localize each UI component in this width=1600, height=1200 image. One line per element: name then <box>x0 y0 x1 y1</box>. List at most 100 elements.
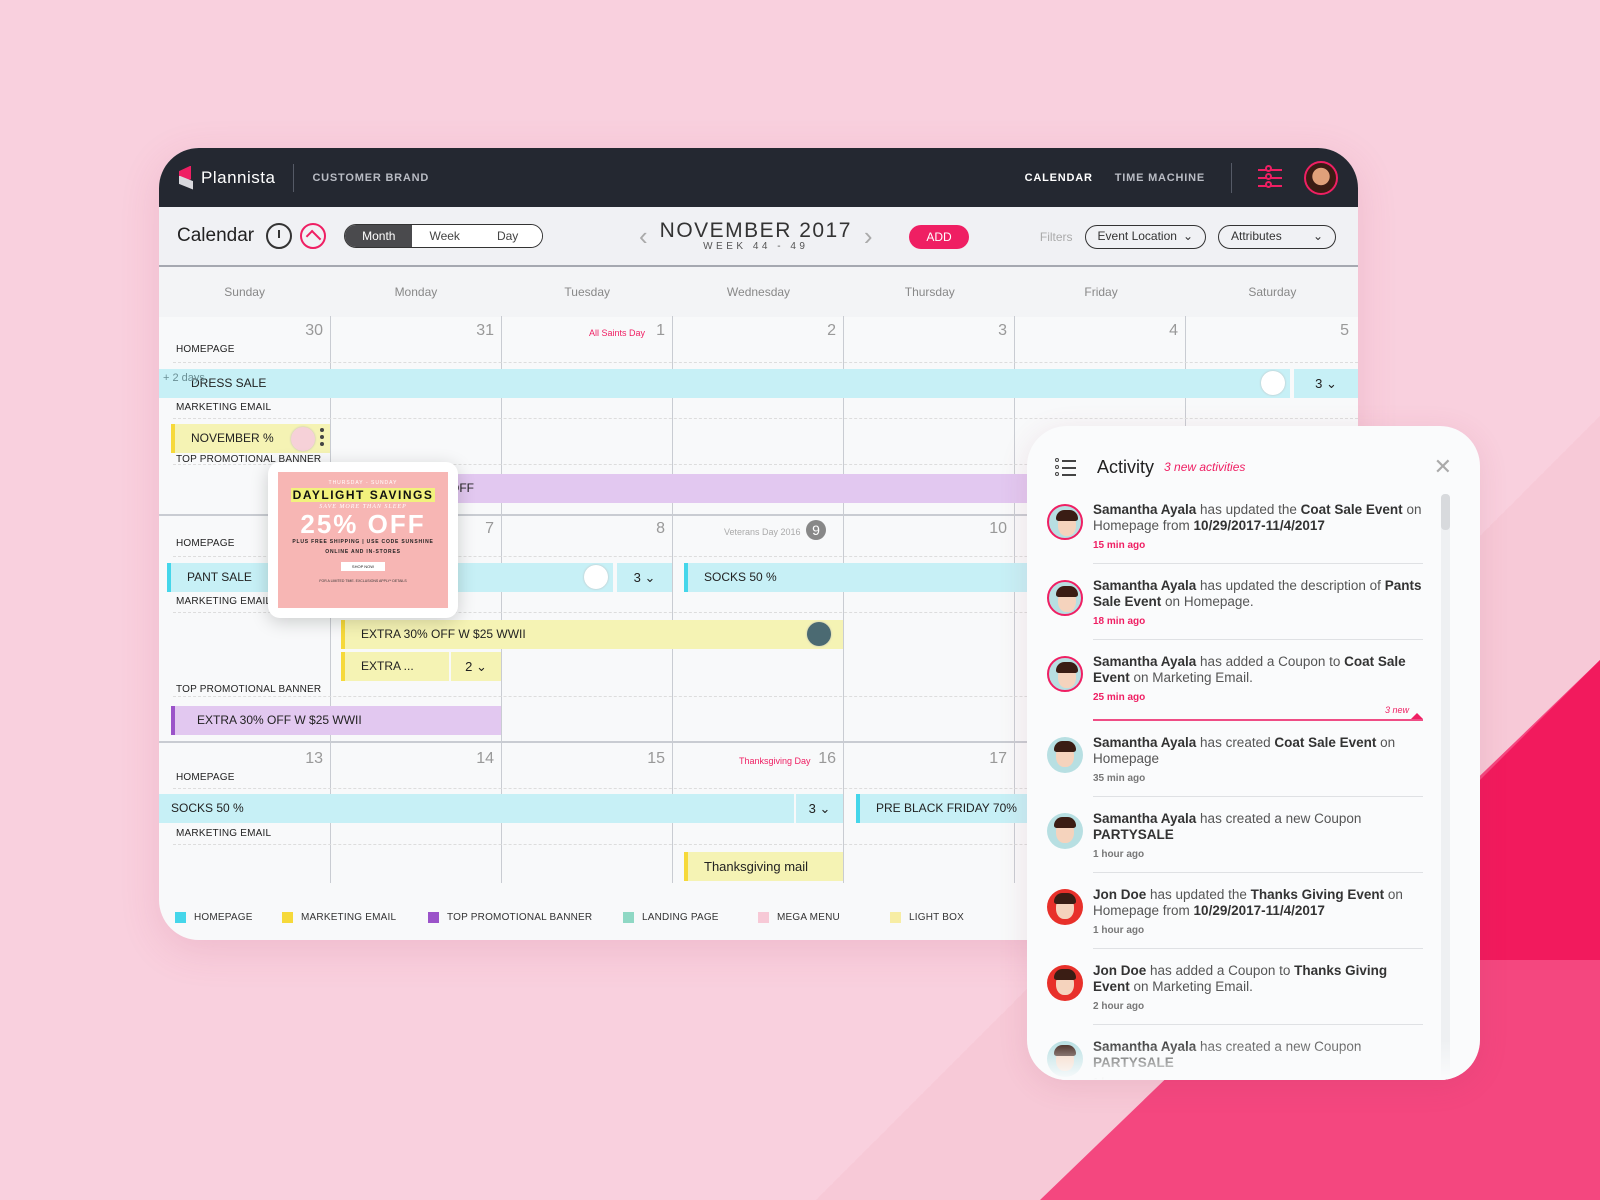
logo[interactable]: Plannista <box>179 165 275 190</box>
user-avatar <box>1047 656 1083 692</box>
more-events-dropdown[interactable]: 2 ⌄ <box>451 652 501 681</box>
view-week[interactable]: Week <box>412 225 477 247</box>
legend-homepage[interactable]: HOMEPAGE <box>175 912 282 923</box>
ad-headline: DAYLIGHT SAVINGS <box>290 488 436 502</box>
activity-item[interactable]: Jon Doe has added a Coupon to Thanks Giv… <box>1047 963 1427 1012</box>
day-number-today[interactable]: 9 <box>806 520 826 540</box>
activity-user[interactable]: Samantha Ayala <box>1093 578 1196 593</box>
nav-time-machine[interactable]: TIME MACHINE <box>1115 172 1205 184</box>
activity-item[interactable]: Samantha Ayala has created Coat Sale Eve… <box>1047 735 1427 784</box>
calendar-toolbar: Calendar Month Week Day ‹ NOVEMBER 2017 … <box>159 207 1358 267</box>
more-events-dropdown[interactable]: 3 ⌄ <box>617 563 672 592</box>
activity-user[interactable]: Jon Doe <box>1093 887 1146 902</box>
weekday-header: Sunday Monday Tuesday Wednesday Thursday… <box>159 267 1358 317</box>
day-number[interactable]: 4 <box>1148 322 1178 340</box>
activity-text: Jon Doe has updated the Thanks Giving Ev… <box>1093 887 1403 918</box>
close-icon[interactable]: ✕ <box>1434 454 1452 480</box>
legend-top-promotional-banner[interactable]: TOP PROMOTIONAL BANNER <box>428 912 623 923</box>
legend-landing-page[interactable]: LANDING PAGE <box>623 912 758 923</box>
activity-item[interactable]: Samantha Ayala has created a new Coupon … <box>1047 811 1427 860</box>
day-number[interactable]: 30 <box>293 322 323 340</box>
activity-timestamp: 18 min ago <box>1093 616 1146 627</box>
activity-text: Samantha Ayala has updated the descripti… <box>1093 578 1422 609</box>
event-title: EXTRA 30% OFF W $25 WWII <box>197 713 362 727</box>
add-button[interactable]: ADD <box>909 225 969 249</box>
activity-item[interactable]: Samantha Ayala has updated the Coat Sale… <box>1047 502 1427 551</box>
image-preview-icon[interactable] <box>300 223 327 249</box>
holiday-label: Thanksgiving Day <box>739 756 811 766</box>
activity-timestamp: 25 min ago <box>1093 692 1146 703</box>
ad-kicker: THURSDAY - SUNDAY <box>328 480 398 486</box>
activity-user[interactable]: Samantha Ayala <box>1093 654 1196 669</box>
day-number[interactable]: 5 <box>1319 322 1349 340</box>
day-number[interactable]: 8 <box>635 520 665 538</box>
activity-object[interactable]: Coat Sale Event <box>1274 735 1376 750</box>
more-options-icon[interactable] <box>320 428 324 449</box>
event-thumbnail-icon[interactable] <box>1261 371 1285 395</box>
view-month[interactable]: Month <box>345 225 413 247</box>
event-extra-30-off-banner[interactable]: EXTRA 30% OFF W $25 WWII <box>171 706 501 735</box>
activity-item[interactable]: Samantha Ayala has updated the descripti… <box>1047 578 1427 627</box>
legend-mega-menu[interactable]: MEGA MENU <box>758 912 890 923</box>
top-nav: CALENDAR TIME MACHINE <box>1025 160 1338 195</box>
day-number[interactable]: 31 <box>464 322 494 340</box>
activity-panel: Activity 3 new activities ✕ Samantha Aya… <box>1027 426 1480 1080</box>
day-number[interactable]: 13 <box>293 750 323 768</box>
activity-user[interactable]: Jon Doe <box>1093 963 1146 978</box>
activity-object[interactable]: Coat Sale Event <box>1301 502 1403 517</box>
customer-brand[interactable]: CUSTOMER BRAND <box>312 172 429 184</box>
activity-date-range: 10/29/2017-11/4/2017 <box>1193 518 1325 533</box>
event-title: PANT SALE <box>187 570 252 584</box>
day-number[interactable]: 3 <box>977 322 1007 340</box>
user-avatar <box>1047 889 1083 925</box>
activity-item[interactable]: Samantha Ayala has added a Coupon to Coa… <box>1047 654 1427 703</box>
more-events-dropdown[interactable]: 3 ⌄ <box>796 794 843 823</box>
more-events-dropdown[interactable]: 3 ⌄ <box>1294 369 1358 398</box>
day-number[interactable]: 14 <box>464 750 494 768</box>
day-number[interactable]: 15 <box>635 750 665 768</box>
event-thumbnail-icon[interactable] <box>291 427 315 451</box>
history-clock-icon[interactable] <box>266 223 293 249</box>
scrollbar[interactable] <box>1441 494 1450 1080</box>
activity-user[interactable]: Samantha Ayala <box>1093 502 1196 517</box>
event-thanksgiving-mail[interactable]: Thanksgiving mail <box>684 852 843 881</box>
event-extra[interactable]: EXTRA ... <box>341 652 449 681</box>
view-day[interactable]: Day <box>476 225 543 247</box>
legend-light-box[interactable]: LIGHT BOX <box>890 912 964 923</box>
activity-date-range: 10/29/2017-11/4/2017 <box>1193 903 1325 918</box>
day-number[interactable]: 10 <box>977 520 1007 538</box>
activity-text: Samantha Ayala has created a new Coupon … <box>1093 811 1362 842</box>
legend-marketing-email[interactable]: MARKETING EMAIL <box>282 912 428 923</box>
event-title: SOCKS 50 % <box>704 570 777 584</box>
activity-user[interactable]: Samantha Ayala <box>1093 811 1196 826</box>
user-avatar <box>1047 580 1083 616</box>
event-extra-30-off[interactable]: EXTRA 30% OFF W $25 WWII <box>341 620 843 649</box>
next-month-chevron-icon[interactable]: › <box>864 223 873 249</box>
activity-object[interactable]: PARTYSALE <box>1093 827 1174 842</box>
ad-where: ONLINE AND IN-STORES <box>325 549 401 555</box>
event-title: EXTRA ... <box>361 659 414 673</box>
event-thumbnail-icon[interactable] <box>584 565 608 589</box>
multi-day-indicator: + 2 days <box>163 372 205 384</box>
day-number[interactable]: 2 <box>806 322 836 340</box>
scrollbar-thumb[interactable] <box>1441 494 1450 530</box>
event-location-value: Event Location <box>1097 229 1177 243</box>
day-number[interactable]: 17 <box>977 750 1007 768</box>
nav-calendar[interactable]: CALENDAR <box>1025 172 1093 184</box>
attributes-dropdown[interactable]: Attributes ⌄ <box>1218 225 1336 249</box>
user-avatar[interactable] <box>1304 160 1338 195</box>
activity-object[interactable]: Thanks Giving Event <box>1251 887 1385 902</box>
prev-month-chevron-icon[interactable]: ‹ <box>639 223 648 249</box>
event-location-dropdown[interactable]: Event Location ⌄ <box>1084 225 1206 249</box>
ad-shipping: PLUS FREE SHIPPING | USE CODE SUNSHINE <box>292 539 434 545</box>
event-socks[interactable]: SOCKS 50 % <box>159 794 794 823</box>
settings-sliders-icon[interactable] <box>1258 164 1282 191</box>
event-thumbnail-icon[interactable] <box>807 622 831 646</box>
filters: Filters Event Location ⌄ Attributes ⌄ <box>1040 225 1336 249</box>
activity-timestamp: 15 min ago <box>1093 540 1146 551</box>
event-dress-sale[interactable]: + 2 days DRESS SALE <box>159 369 1290 398</box>
day-number[interactable]: 7 <box>464 520 494 538</box>
day-number[interactable]: 16 <box>806 750 836 768</box>
activity-user[interactable]: Samantha Ayala <box>1093 735 1196 750</box>
activity-item[interactable]: Jon Doe has updated the Thanks Giving Ev… <box>1047 887 1427 936</box>
